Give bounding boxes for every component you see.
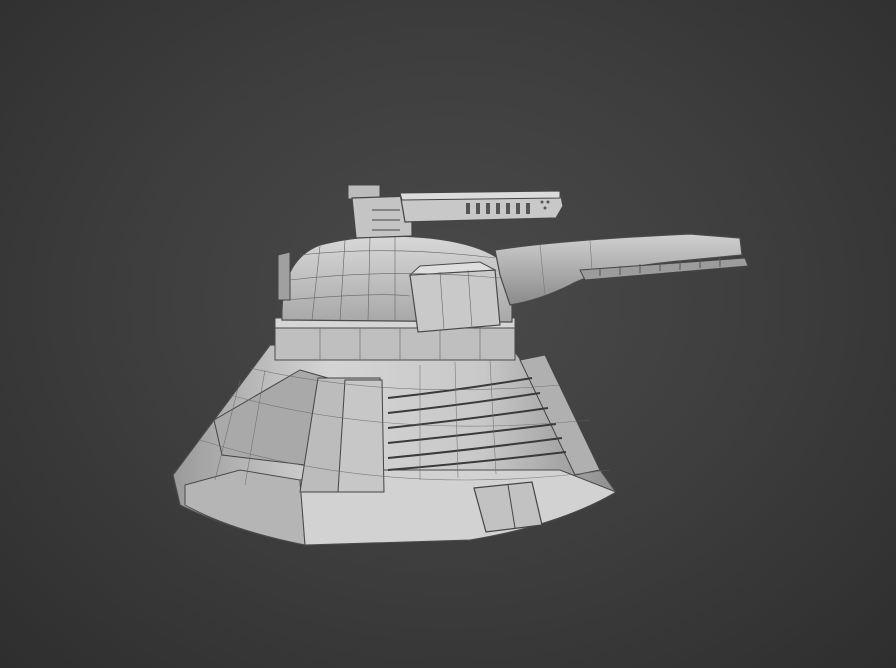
secondary-cannon[interactable] <box>347 184 564 239</box>
main-barrel[interactable] <box>494 233 749 306</box>
turret-base[interactable] <box>172 344 618 546</box>
3d-viewport[interactable] <box>0 0 896 668</box>
turret-dome[interactable] <box>277 235 513 333</box>
turret-model-render[interactable] <box>0 0 896 668</box>
